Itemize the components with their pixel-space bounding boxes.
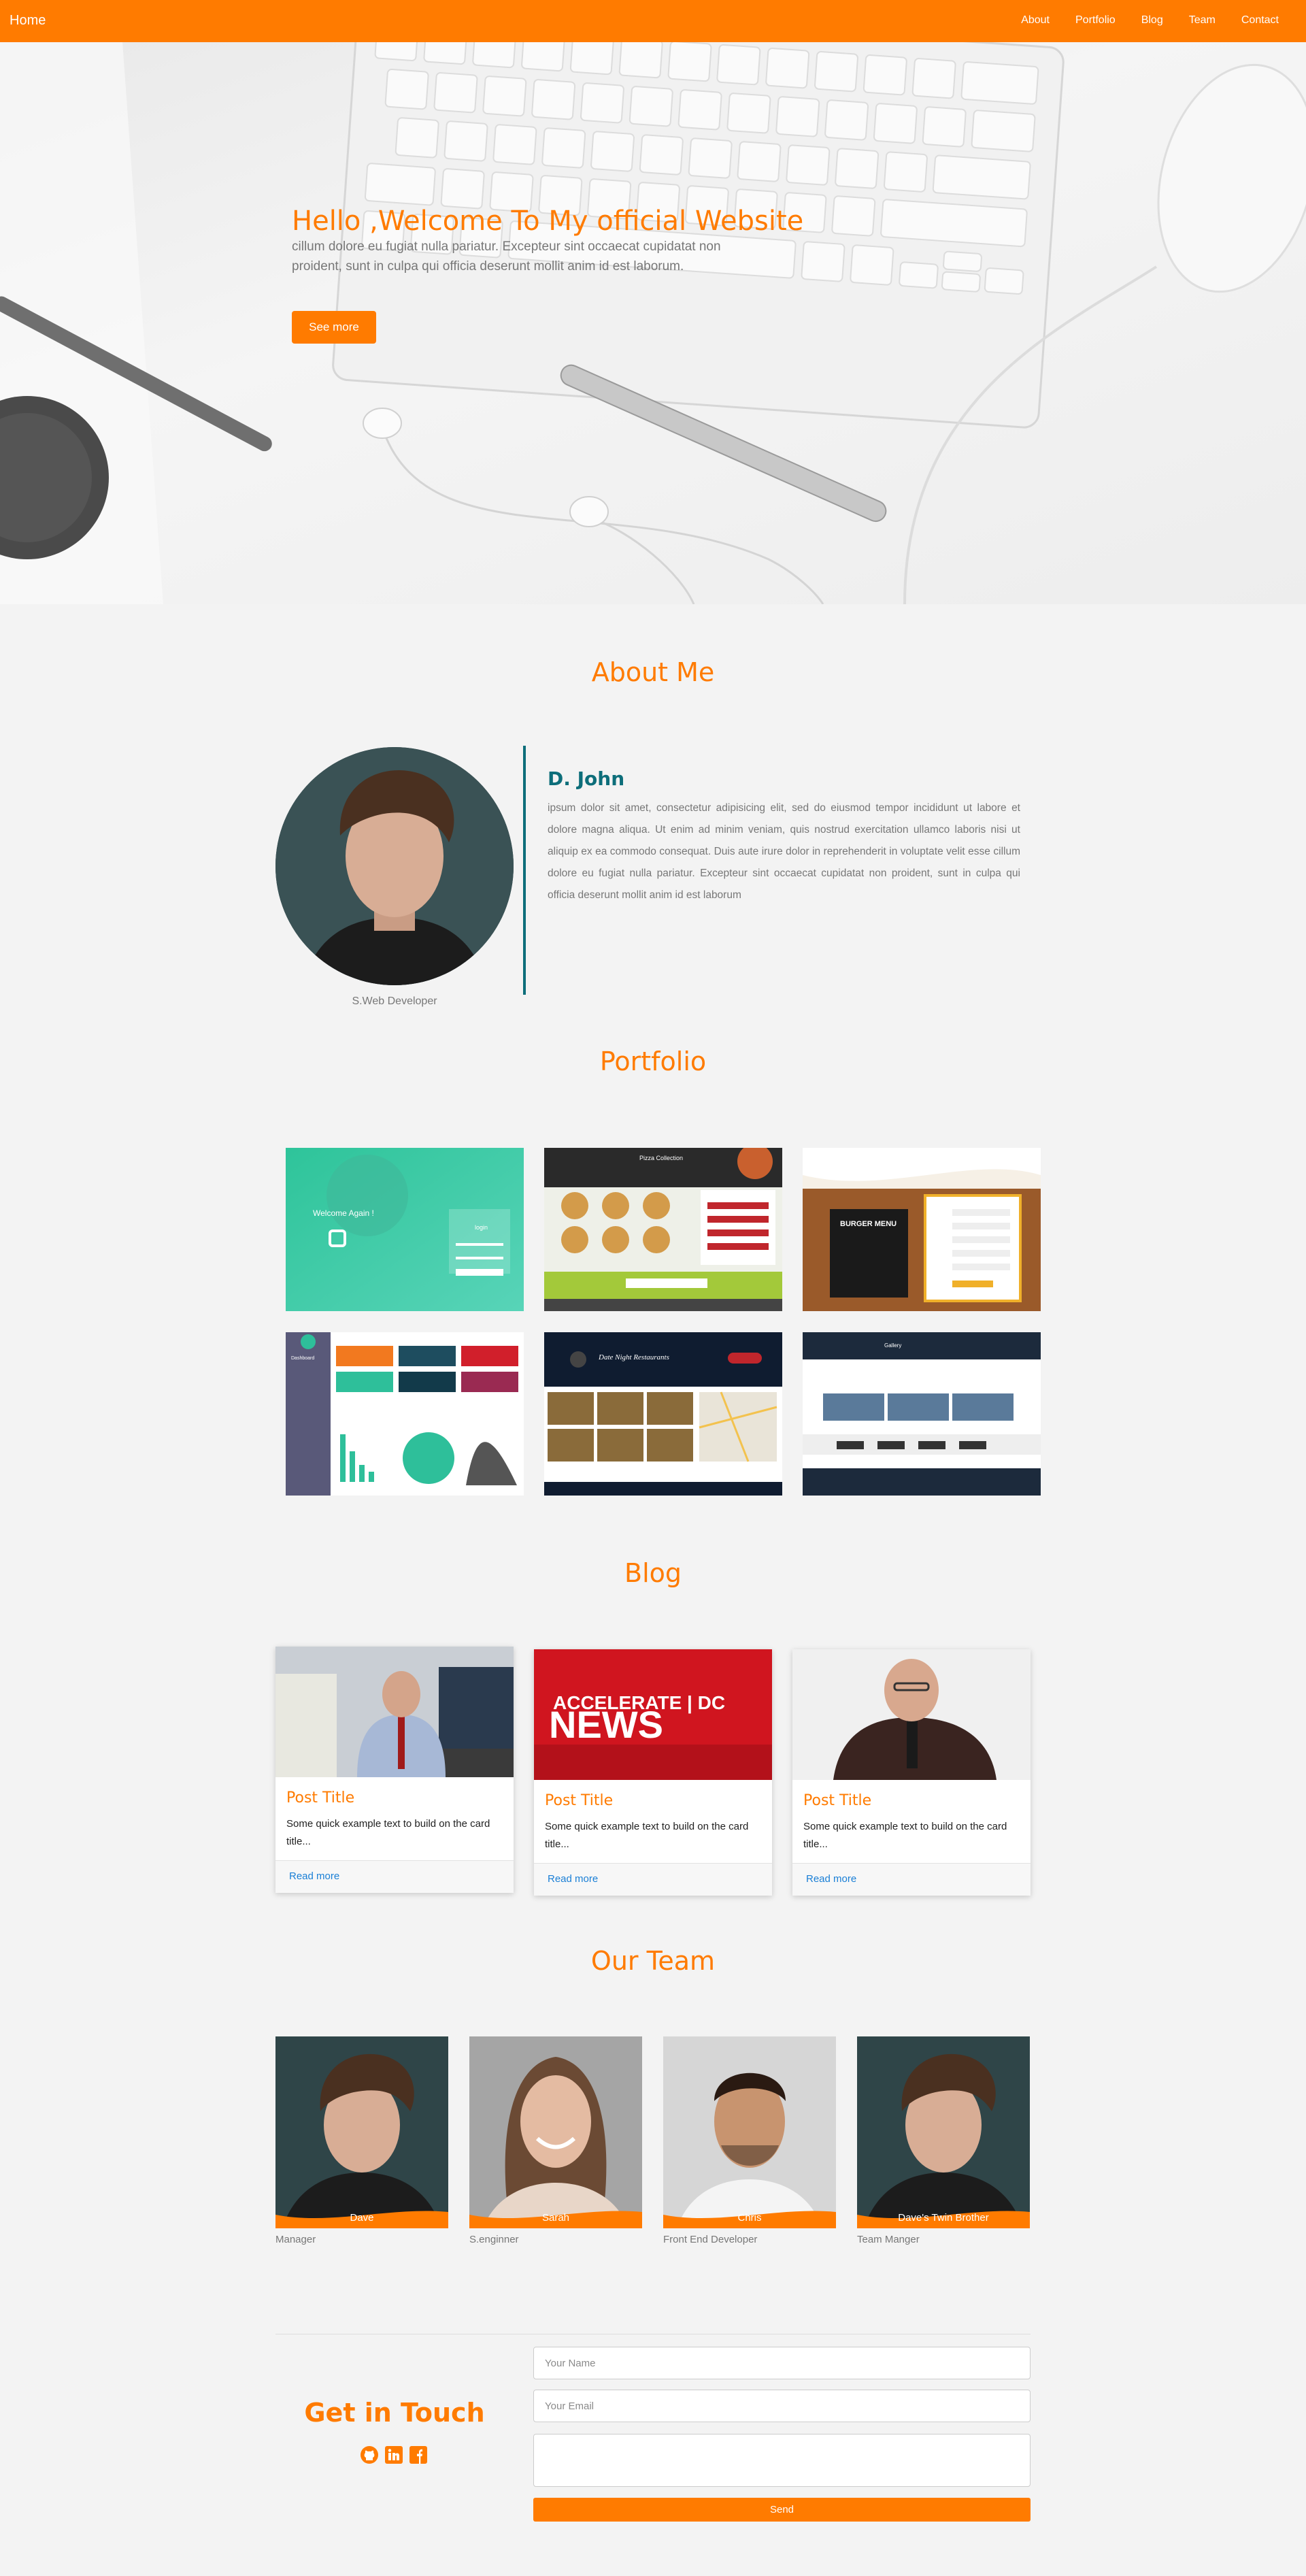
team-member-name: Dave [350,2212,374,2224]
team-member-role: Manager [275,2234,316,2245]
team-member: Dave's Twin Brother Team Manger [857,2036,1030,2245]
hero-subtitle: cillum dolore eu fugiat nulla pariatur. … [292,240,721,274]
about-name: D. John [548,767,625,790]
about-caption: S.Web Developer [352,995,437,1007]
blog-card-image [792,1649,1031,1780]
blog-card-footer: Read more [534,1863,772,1896]
email-field[interactable] [533,2390,1031,2422]
blog-card-title: Post Title [803,1792,872,1809]
team-member-photo [663,2036,836,2228]
nav-link-about[interactable]: About [1021,14,1050,27]
portfolio-thumb-text: Dashboard [291,1356,314,1361]
nav-link-blog[interactable]: Blog [1141,14,1163,27]
team-heading: Our Team [590,1946,716,1976]
blog-heading: Blog [624,1558,682,1588]
blog-card-title: Post Title [286,1789,355,1806]
read-more-link[interactable]: Read more [289,1870,339,1882]
team-member-role: Front End Developer [663,2234,758,2245]
read-more-link[interactable]: Read more [806,1873,856,1885]
team-member-name: Sarah [541,2212,570,2224]
blog-card-text: Some quick example text to build on the … [286,1818,490,1847]
team-member-name: Chris [737,2212,762,2224]
navbar: Home About Portfolio Blog Team Contact [0,0,1306,42]
portfolio-item-gallery[interactable]: Gallery [803,1332,1041,1496]
team-member: Dave Manager [275,2036,448,2245]
blog-card-footer: Read more [792,1863,1031,1896]
portfolio-thumb-sub: login [475,1224,488,1231]
blog-card-image: ACCELERATE | DC NEWS [534,1649,772,1780]
team-member-role: S.enginner [469,2234,519,2245]
brand-link[interactable]: Home [10,13,46,29]
portfolio-thumb-text: Welcome Again ! [313,1208,374,1218]
portfolio-item-burger[interactable]: BURGER MENU [803,1148,1041,1311]
read-more-link[interactable]: Read more [548,1873,598,1885]
facebook-icon[interactable] [409,2445,428,2464]
about-heading: About Me [591,657,715,687]
team-member: Chris Front End Developer [663,2036,836,2245]
name-field[interactable] [533,2347,1031,2379]
portfolio-thumb-text: Pizza Collection [639,1155,683,1161]
portfolio-item-dashboard[interactable]: Dashboard [286,1332,524,1496]
blog-card-footer: Read more [275,1860,514,1893]
about-text: ipsum dolor sit amet, consectetur adipis… [548,802,1020,901]
team-member: Sarah S.enginner [469,2036,642,2245]
team-member-photo [857,2036,1030,2228]
team-member-role: Team Manger [857,2234,920,2245]
blog-card: Post Title Some quick example text to bu… [792,1649,1031,1896]
blog-card-title: Post Title [545,1792,614,1809]
blog-card-text: Some quick example text to build on the … [803,1821,1007,1850]
send-button[interactable]: Send [533,2498,1031,2522]
portfolio-item-restaurants[interactable]: Date Night Restaurants [544,1332,782,1496]
portfolio-item-login[interactable]: Welcome Again ! login [286,1148,524,1311]
portfolio-thumb-text: Gallery [884,1342,901,1349]
contact-heading: Get in Touch [304,2398,485,2428]
nav-link-portfolio[interactable]: Portfolio [1075,14,1116,27]
team-member-photo [275,2036,448,2228]
portfolio-thumb-text: Date Night Restaurants [598,1353,669,1361]
portfolio-item-pizza[interactable]: Pizza Collection [544,1148,782,1311]
blog-card: Post Title Some quick example text to bu… [275,1647,514,1893]
message-field[interactable] [533,2434,1031,2487]
github-icon[interactable] [360,2445,379,2464]
team-member-photo [469,2036,642,2228]
hero-section: Hello ,Welcome To My official Website ci… [0,42,1306,604]
hero-title: Hello ,Welcome To My official Website [292,205,804,237]
team-member-name: Dave's Twin Brother [898,2212,989,2224]
linkedin-icon[interactable] [384,2445,403,2464]
about-avatar [275,747,514,985]
portfolio-thumb-text: BURGER MENU [840,1220,897,1228]
nav-links: About Portfolio Blog Team Contact [1021,14,1279,27]
portfolio-heading: Portfolio [599,1046,707,1076]
nav-link-team[interactable]: Team [1189,14,1216,27]
blog-image-text-main: NEWS [549,1703,663,1746]
blog-card-text: Some quick example text to build on the … [545,1821,749,1850]
nav-link-contact[interactable]: Contact [1241,14,1279,27]
see-more-button[interactable]: See more [292,311,376,344]
blog-card-image [275,1647,514,1777]
hero-background-image [0,42,1306,604]
about-divider [523,746,526,995]
blog-card: ACCELERATE | DC NEWS Post Title Some qui… [534,1649,772,1896]
